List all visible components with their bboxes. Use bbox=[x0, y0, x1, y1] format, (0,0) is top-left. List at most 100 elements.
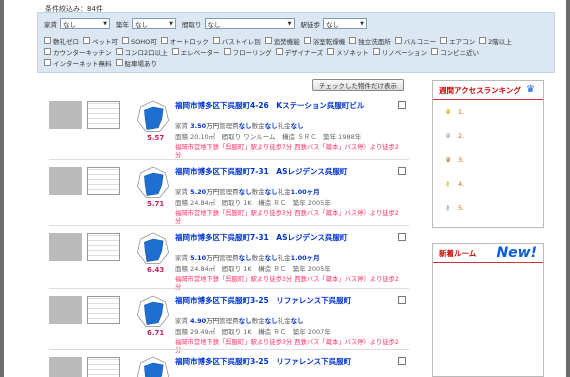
ranking-item[interactable]: ⚷ 4. bbox=[433, 172, 543, 196]
checkbox-label: メゾネット bbox=[336, 48, 369, 57]
floor-plan-image[interactable] bbox=[87, 357, 120, 377]
layout-select[interactable]: なし ▼ bbox=[204, 18, 295, 29]
checkbox-box[interactable] bbox=[44, 48, 51, 55]
floor-plan-image[interactable] bbox=[87, 101, 120, 129]
rent-label: 家賃 bbox=[175, 254, 191, 262]
option-checkbox[interactable]: エレベーター bbox=[171, 46, 220, 57]
rent-unit: 万円 bbox=[206, 254, 220, 262]
age-select[interactable]: なし ▼ bbox=[132, 18, 176, 29]
deposit-value: なし bbox=[264, 122, 278, 130]
checkbox-box[interactable] bbox=[264, 37, 272, 44]
station-label: 駅徒歩 bbox=[300, 20, 321, 29]
listing-separator bbox=[49, 288, 409, 289]
listing-checkbox[interactable] bbox=[398, 101, 406, 109]
deposit-value: なし bbox=[264, 254, 278, 262]
score-radar-icon bbox=[137, 295, 169, 327]
rent-unit: 万円 bbox=[206, 122, 220, 130]
ranking-item[interactable]: ♛ 3. bbox=[433, 148, 543, 172]
option-checkbox[interactable]: 独立洗面所 bbox=[349, 35, 391, 46]
checkbox-label: インターネット無料 bbox=[53, 59, 112, 68]
listing-title-link[interactable]: 福岡市博多区下呉服町7-31 ASレジデンス呉服町 bbox=[175, 167, 397, 176]
room-photo[interactable] bbox=[49, 357, 82, 377]
option-checkbox[interactable]: 駐車場あり bbox=[115, 57, 158, 68]
listing-checkbox[interactable] bbox=[398, 233, 406, 241]
checkbox-box[interactable] bbox=[83, 37, 90, 44]
checkbox-box[interactable] bbox=[171, 48, 179, 55]
checkbox-box[interactable] bbox=[44, 37, 51, 44]
checkbox-box[interactable] bbox=[115, 59, 123, 66]
checkbox-label: カウンターキッチン bbox=[53, 48, 112, 57]
checkbox-box[interactable] bbox=[115, 48, 123, 55]
listing-checkbox[interactable] bbox=[398, 167, 406, 175]
option-checkbox[interactable]: 浴室乾燥機 bbox=[303, 35, 345, 46]
option-checkbox[interactable]: 敷礼ゼロ bbox=[44, 35, 79, 46]
key-money-label: 礼金 bbox=[277, 254, 291, 262]
checkbox-label: 追焚機能 bbox=[273, 37, 300, 46]
checkbox-box[interactable] bbox=[479, 37, 487, 44]
option-checkbox[interactable]: メゾネット bbox=[327, 46, 369, 57]
checkbox-box[interactable] bbox=[160, 37, 168, 44]
room-photo[interactable] bbox=[49, 296, 82, 324]
checkbox-label: エアコン bbox=[449, 37, 476, 46]
floor-plan-image[interactable] bbox=[87, 167, 120, 195]
deposit-value: なし bbox=[264, 317, 278, 325]
option-checkbox[interactable]: コンロ2口以上 bbox=[115, 46, 168, 57]
listing-separator bbox=[49, 159, 409, 160]
checkbox-box[interactable] bbox=[44, 59, 51, 66]
key-money-value: 1.00ヶ月 bbox=[290, 188, 320, 196]
option-checkbox[interactable]: コンビニ近い bbox=[431, 46, 479, 57]
checkbox-label: 駐車場あり bbox=[124, 59, 158, 68]
option-checkbox[interactable]: バルコニー bbox=[394, 35, 436, 46]
option-checkbox[interactable]: 追焚機能 bbox=[264, 35, 300, 46]
floor-plan-image[interactable] bbox=[87, 296, 120, 324]
checkbox-box[interactable] bbox=[431, 48, 439, 55]
checkbox-box[interactable] bbox=[394, 37, 402, 44]
show-checked-button[interactable]: チェックした物件だけ表示 bbox=[312, 79, 404, 91]
option-checkbox[interactable]: 2階以上 bbox=[479, 35, 512, 46]
station-select[interactable]: なし ▼ bbox=[323, 18, 367, 29]
checkbox-box[interactable] bbox=[275, 48, 283, 55]
option-checkbox[interactable]: デザイナーズ bbox=[275, 46, 323, 57]
room-photo[interactable] bbox=[49, 101, 82, 129]
checkbox-box[interactable] bbox=[212, 37, 220, 44]
checkbox-box[interactable] bbox=[440, 37, 448, 44]
option-checkbox[interactable]: ペット可 bbox=[83, 35, 118, 46]
listing-checkbox[interactable] bbox=[398, 357, 406, 365]
option-checkbox[interactable]: バストイレ別 bbox=[212, 35, 261, 46]
option-checkbox[interactable]: フローリング bbox=[223, 46, 272, 57]
option-checkbox[interactable]: インターネット無料 bbox=[44, 57, 112, 68]
checkbox-label: エレベーター bbox=[180, 48, 220, 57]
mgmt-label: 管理費 bbox=[219, 254, 239, 262]
ranking-title: 週間アクセスランキング bbox=[439, 85, 521, 95]
rent-select[interactable]: なし ▼ bbox=[60, 18, 110, 29]
room-photo[interactable] bbox=[49, 167, 82, 195]
checkbox-box[interactable] bbox=[372, 48, 380, 55]
filter-select-row: 家賃 なし ▼ 築年 なし ▼ 間取り なし ▼ 駅徒歩 なし ▼ bbox=[44, 18, 373, 29]
ranking-item[interactable]: ⚷ 5. bbox=[433, 196, 543, 220]
checkbox-label: コンロ2口以上 bbox=[124, 48, 168, 57]
option-checkbox[interactable]: リノベーション bbox=[372, 46, 427, 57]
checkbox-label: ペット可 bbox=[92, 37, 118, 46]
checkbox-box[interactable] bbox=[327, 48, 335, 55]
checkbox-box[interactable] bbox=[303, 37, 311, 44]
floor-plan-image[interactable] bbox=[87, 233, 120, 261]
listing-title-link[interactable]: 福岡市博多区下呉服町3-25 リファレンス下呉服町 bbox=[175, 357, 397, 366]
listing-checkbox[interactable] bbox=[398, 296, 406, 304]
ranking-item[interactable]: ♛ 2. bbox=[433, 124, 543, 148]
listing-title-link[interactable]: 福岡市博多区下呉服町7-31 ASレジデンス呉服町 bbox=[175, 233, 397, 242]
option-checkbox[interactable]: エアコン bbox=[440, 35, 475, 46]
ranking-item[interactable]: ♛ 1. bbox=[433, 100, 543, 124]
option-checkbox[interactable]: オートロック bbox=[160, 35, 209, 46]
listing-detail: 面積 24.84㎡ 間取り 1K 構造 ＲＣ 築年 2005年 bbox=[175, 265, 331, 273]
checkbox-box[interactable] bbox=[122, 37, 129, 44]
checkbox-box[interactable] bbox=[349, 37, 357, 44]
option-checkbox[interactable]: SOHO可 bbox=[122, 35, 157, 46]
listing-title-link[interactable]: 福岡市博多区下呉服町3-25 リファレンス下呉服町 bbox=[175, 296, 397, 305]
age-select-value: なし bbox=[135, 20, 148, 29]
option-checkbox[interactable]: カウンターキッチン bbox=[44, 46, 112, 57]
room-photo[interactable] bbox=[49, 233, 82, 261]
checkbox-box[interactable] bbox=[223, 48, 231, 55]
rent-select-value: なし bbox=[63, 20, 76, 29]
listing-title-link[interactable]: 福岡市博多区下呉服町4-26 Kステーション呉服町ビル bbox=[175, 101, 397, 110]
chevron-down-icon: ▼ bbox=[287, 20, 292, 27]
